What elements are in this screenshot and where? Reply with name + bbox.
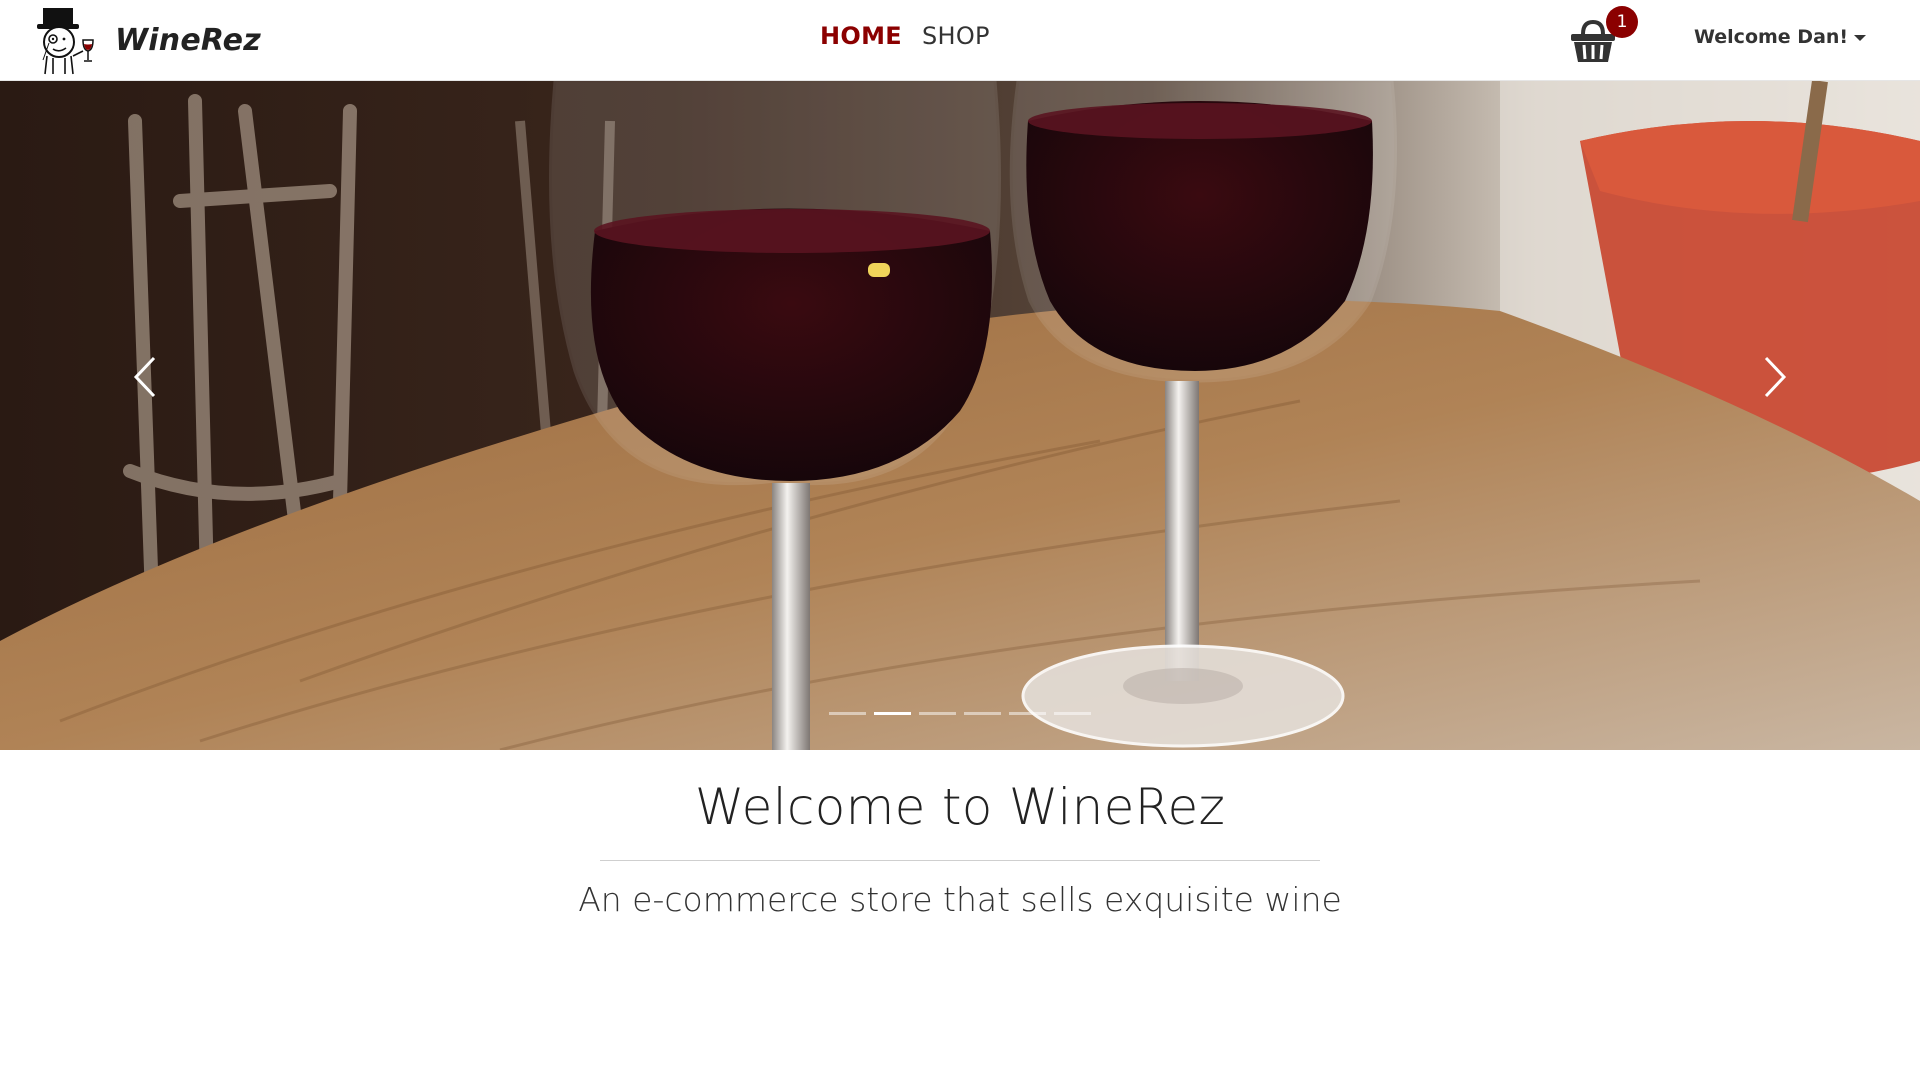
carousel-indicator-6[interactable]	[1054, 712, 1091, 715]
chevron-right-icon	[1764, 356, 1787, 398]
user-dropdown-toggle[interactable]: Welcome Dan!	[1694, 26, 1867, 48]
carousel-next-button[interactable]	[1710, 81, 1840, 750]
chevron-left-icon	[133, 356, 156, 398]
carousel-indicators	[829, 712, 1091, 715]
navbar: WineRez HOME SHOP 1 Welcome Dan!	[0, 0, 1920, 81]
brand-link[interactable]: WineRez	[33, 4, 261, 76]
main-nav: HOME SHOP	[820, 22, 990, 50]
caret-down-icon	[1854, 35, 1867, 41]
user-welcome-label: Welcome Dan!	[1694, 26, 1849, 48]
welcome-divider	[600, 860, 1320, 861]
carousel-slide-image	[0, 81, 1920, 750]
cart-button[interactable]: 1	[1566, 6, 1638, 68]
nav-shop-link[interactable]: SHOP	[922, 22, 990, 50]
carousel-indicator-4[interactable]	[964, 712, 1001, 715]
cart-count-badge: 1	[1606, 6, 1638, 38]
carousel-indicator-2[interactable]	[874, 712, 911, 715]
welcome-subtitle: An e-commerce store that sells exquisite…	[578, 880, 1342, 919]
hero-carousel	[0, 81, 1920, 750]
welcome-title: Welcome to WineRez	[694, 778, 1226, 836]
carousel-indicator-3[interactable]	[919, 712, 956, 715]
nav-home-link[interactable]: HOME	[820, 22, 902, 50]
carousel-prev-button[interactable]	[80, 81, 210, 750]
brand-name: WineRez	[115, 22, 261, 58]
carousel-indicator-5[interactable]	[1009, 712, 1046, 715]
carousel-indicator-1[interactable]	[829, 712, 866, 715]
monocle-gentleman-logo	[37, 8, 94, 75]
